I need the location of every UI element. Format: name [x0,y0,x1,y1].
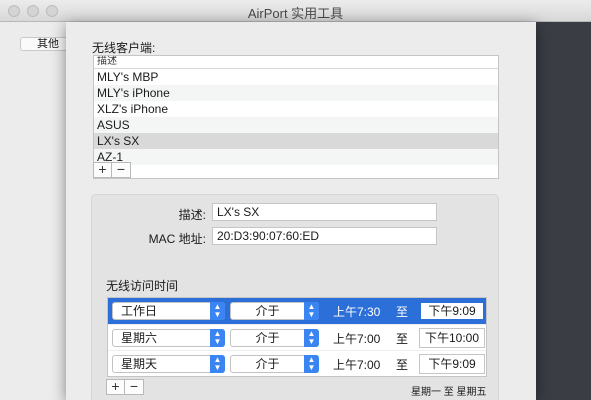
end-time[interactable]: 下午9:09 [419,354,485,374]
client-access-sheet: 无线客户端: 描述 MLY's MBP MLY's iPhone XLZ's iPh… [66,22,536,400]
client-list[interactable]: 描述 MLY's MBP MLY's iPhone XLZ's iPhone ASUS… [93,55,499,179]
window-titlebar: AirPort 实用工具 [0,0,591,22]
add-client-button[interactable]: + [93,162,112,178]
other-button[interactable]: 其他 [20,37,72,51]
day-popup[interactable]: 星期天 ▲ ▼ [112,355,225,373]
mode-popup[interactable]: 介于 ▲ ▼ [230,355,319,373]
end-time[interactable]: 下午9:09 [419,301,485,321]
updown-chevron-icon: ▲ ▼ [304,355,319,373]
start-time[interactable]: 上午7:00 [333,356,380,373]
desktop-background [536,22,591,400]
client-list-item[interactable]: XLZ's iPhone [94,101,498,117]
to-label: 至 [396,305,409,319]
updown-chevron-icon: ▲ ▼ [304,302,319,320]
client-add-remove: + − [93,162,131,178]
description-field[interactable]: LX's SX [212,203,437,221]
schedule-row[interactable]: 星期六 ▲ ▼ 介于 ▲ ▼ 上午7:00 至下午10:00 [108,324,486,350]
client-detail-panel: 描述: LX's SX MAC 地址: 20:D3:90:07:60:ED 无线… [91,194,499,400]
schedule-title: 无线访问时间 [106,279,179,293]
start-time[interactable]: 上午7:00 [333,330,380,347]
mode-popup[interactable]: 介于 ▲ ▼ [230,302,319,320]
schedule-row[interactable]: 工作日 ▲ ▼ 介于 ▲ ▼ 上午7:30 至下午9:09 [108,298,486,324]
remove-schedule-button[interactable]: − [125,379,144,395]
schedule-add-remove: + − [106,379,144,395]
day-popup[interactable]: 星期六 ▲ ▼ [112,329,225,347]
updown-chevron-icon: ▲ ▼ [304,329,319,347]
updown-chevron-icon: ▲ ▼ [210,302,225,320]
updown-chevron-icon: ▲ ▼ [210,355,225,373]
client-list-item[interactable]: ASUS [94,117,498,133]
remove-client-button[interactable]: − [112,162,131,178]
list-column-header[interactable]: 描述 [94,56,498,69]
day-value: 星期六 [121,331,158,345]
client-list-item[interactable]: AZ-1 [94,149,498,165]
mac-address-field[interactable]: 20:D3:90:07:60:ED [212,227,437,245]
add-schedule-button[interactable]: + [106,379,125,395]
window-title: AirPort 实用工具 [247,6,344,21]
clients-label: 无线客户端: [92,41,156,55]
client-list-item[interactable]: MLY's iPhone [94,85,498,101]
mac-address-label: MAC 地址: [148,232,206,246]
client-list-item[interactable]: MLY's MBP [94,69,498,85]
end-time[interactable]: 下午10:00 [419,328,485,348]
mode-value: 介于 [255,304,280,318]
mode-value: 介于 [255,357,280,371]
to-label: 至 [396,332,409,346]
start-time[interactable]: 上午7:30 [333,303,380,320]
day-popup[interactable]: 工作日 ▲ ▼ [112,302,225,320]
day-value: 星期天 [121,357,158,371]
schedule-row[interactable]: 星期天 ▲ ▼ 介于 ▲ ▼ 上午7:00 至下午9:09 [108,350,486,376]
day-value: 工作日 [121,304,158,318]
client-list-item[interactable]: LX's SX [94,133,498,149]
schedule-summary: 星期一 至 星期五 [411,387,487,398]
schedule-table: 工作日 ▲ ▼ 介于 ▲ ▼ 上午7:30 至下午9:09 星期六 ▲ ▼ 介于 ▲ ▼ 上午7:00 至下午… [107,297,487,377]
mode-popup[interactable]: 介于 ▲ ▼ [230,329,319,347]
updown-chevron-icon: ▲ ▼ [210,329,225,347]
client-rows: MLY's MBP MLY's iPhone XLZ's iPhone ASUS LX'… [94,69,498,165]
description-label: 描述: [178,208,206,222]
mode-value: 介于 [255,331,280,345]
to-label: 至 [396,358,409,372]
